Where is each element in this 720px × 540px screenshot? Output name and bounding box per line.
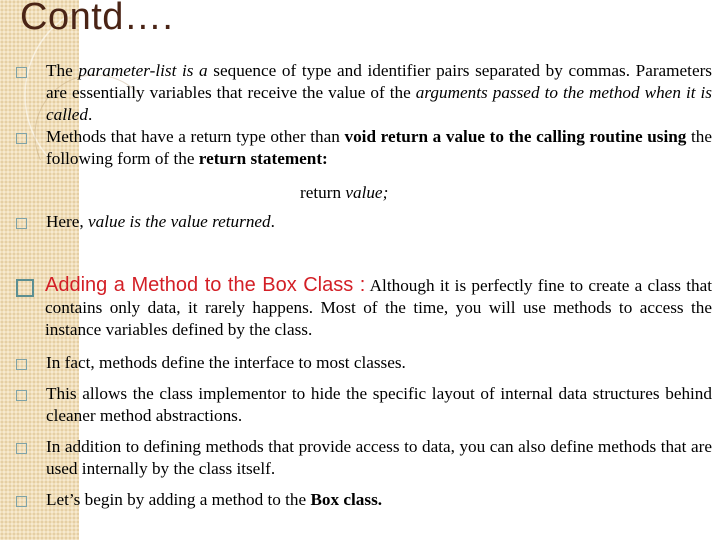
text-run: In addition to defining methods that pro… bbox=[46, 437, 712, 478]
square-bullet-icon bbox=[16, 443, 27, 454]
bullet-item-internal-methods: In addition to defining methods that pro… bbox=[16, 436, 712, 480]
text-run: Here, bbox=[46, 212, 88, 231]
bold-text: Box class. bbox=[310, 490, 383, 509]
bold-text: void return a value to the calling routi… bbox=[344, 127, 687, 146]
square-bullet-icon bbox=[16, 390, 27, 401]
return-statement: return value; bbox=[300, 183, 388, 203]
square-bullet-icon bbox=[16, 496, 27, 507]
square-bullet-icon bbox=[16, 279, 34, 297]
text-run: This allows the class implementor to hid… bbox=[46, 384, 712, 425]
text-run: The bbox=[46, 61, 79, 80]
text-run: Let’s begin by adding a method to the bbox=[46, 490, 311, 509]
return-value: value; bbox=[345, 183, 389, 202]
square-bullet-icon bbox=[16, 67, 27, 78]
text-run: . bbox=[270, 212, 275, 231]
bullet-item-parameter-list: The parameter-list is a sequence of type… bbox=[16, 60, 712, 126]
square-bullet-icon bbox=[16, 133, 27, 144]
bold-text: return statement: bbox=[198, 149, 328, 168]
italic-text: parameter-list is a bbox=[78, 61, 208, 80]
text-run: Methods that have a return type other th… bbox=[46, 127, 345, 146]
bullet-item-here-value: Here, value is the value returned. bbox=[16, 211, 712, 233]
text-run: In fact, methods define the interface to… bbox=[46, 353, 406, 372]
italic-text: value is the value returned bbox=[88, 212, 271, 231]
section-heading: Adding a Method to the Box Class : bbox=[45, 274, 366, 296]
bullet-text: This allows the class implementor to hid… bbox=[46, 383, 712, 427]
square-bullet-icon bbox=[16, 359, 27, 370]
square-bullet-icon bbox=[16, 218, 27, 229]
bullet-text: Methods that have a return type other th… bbox=[46, 126, 712, 170]
return-keyword: return bbox=[300, 183, 346, 202]
bullet-item-box-class: Let’s begin by adding a method to the Bo… bbox=[16, 489, 712, 511]
bullet-text: Let’s begin by adding a method to the Bo… bbox=[46, 489, 712, 511]
bullet-item-adding-method: Adding a Method to the Box Class : Altho… bbox=[16, 274, 712, 341]
bullet-text: Here, value is the value returned. bbox=[46, 211, 712, 233]
slide-content: The parameter-list is a sequence of type… bbox=[0, 0, 720, 540]
bullet-text: Adding a Method to the Box Class : Altho… bbox=[45, 274, 712, 341]
bullet-item-return-type: Methods that have a return type other th… bbox=[16, 126, 712, 170]
bullet-text: In fact, methods define the interface to… bbox=[46, 352, 712, 374]
bullet-item-implementor: This allows the class implementor to hid… bbox=[16, 383, 712, 427]
bullet-item-interface: In fact, methods define the interface to… bbox=[16, 352, 712, 374]
text-run: . bbox=[88, 105, 93, 124]
bullet-text: The parameter-list is a sequence of type… bbox=[46, 60, 712, 126]
bullet-text: In addition to defining methods that pro… bbox=[46, 436, 712, 480]
